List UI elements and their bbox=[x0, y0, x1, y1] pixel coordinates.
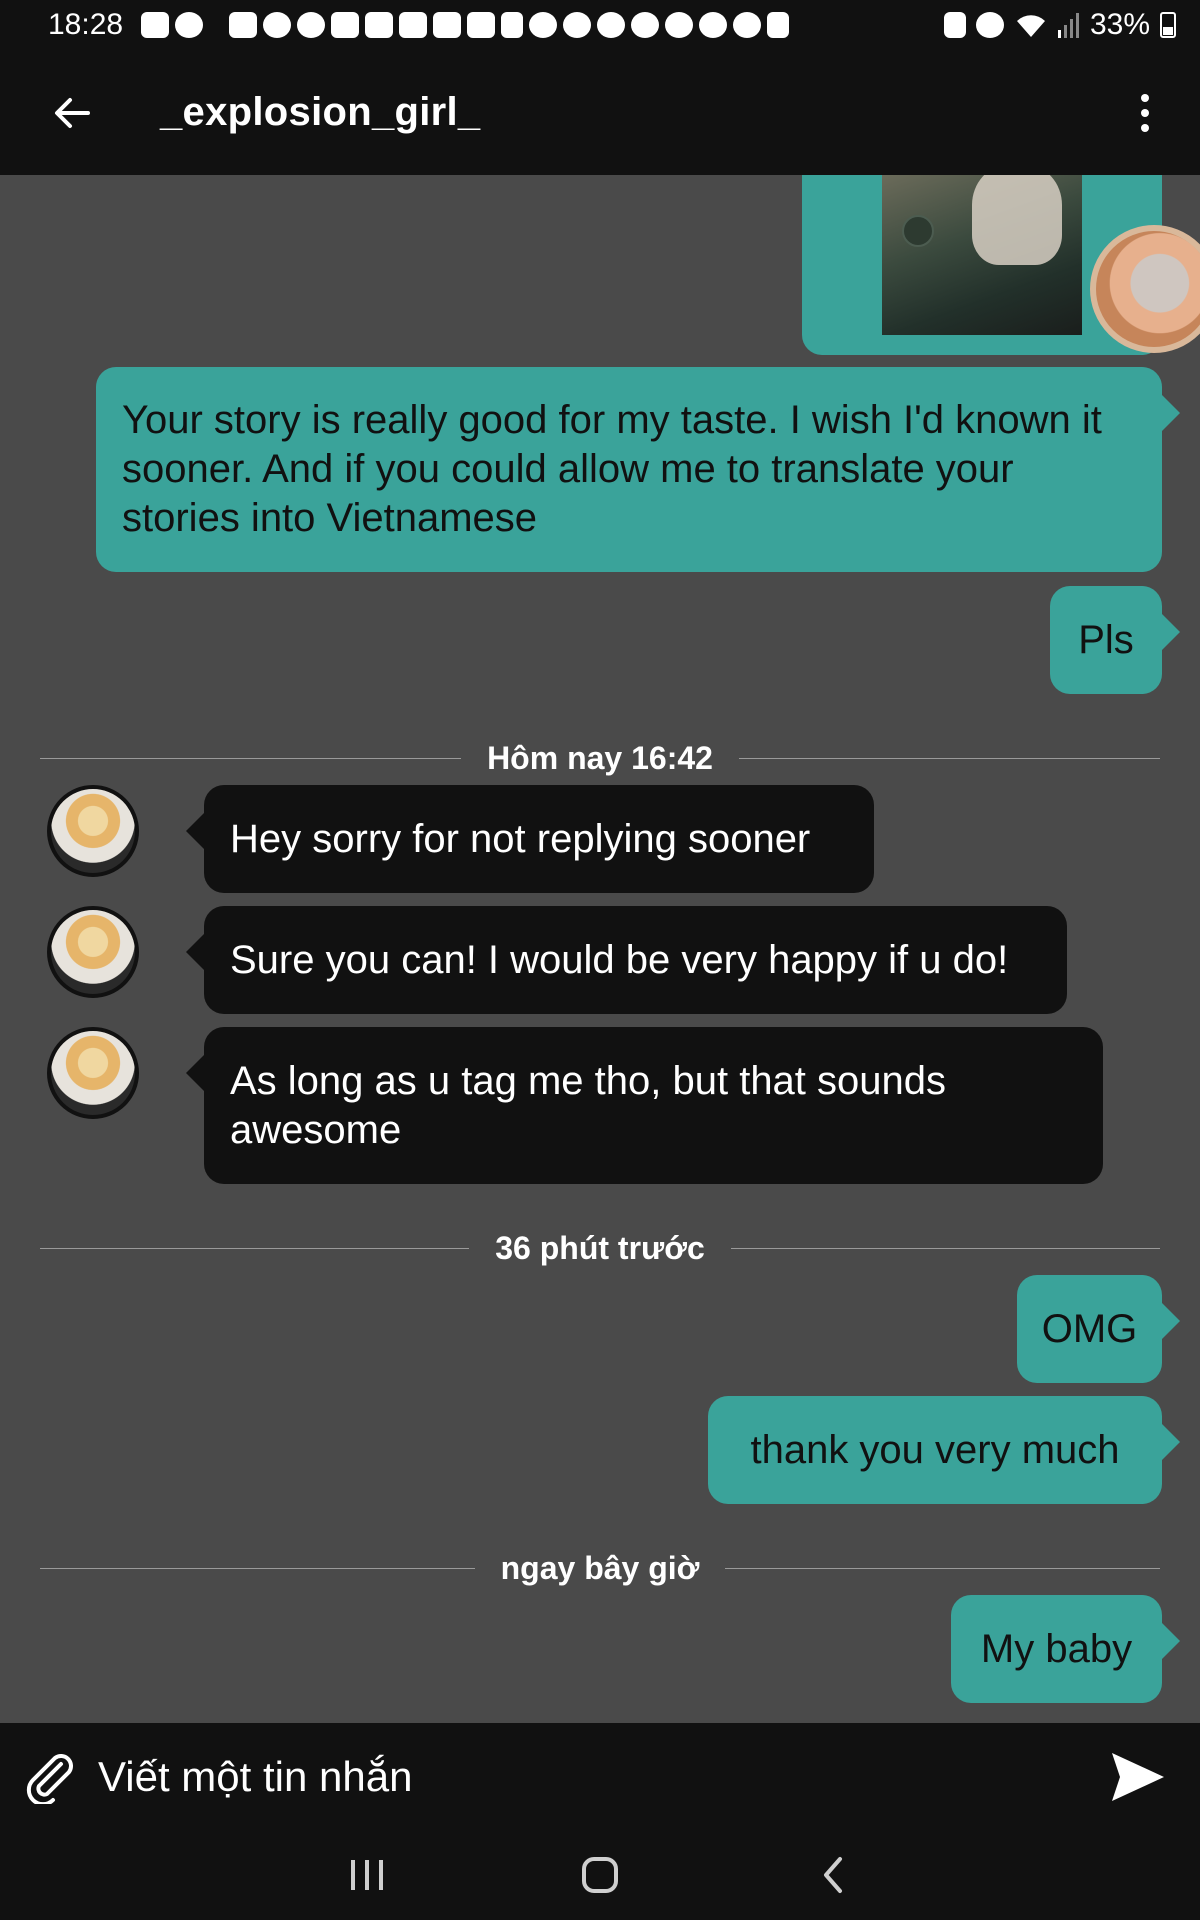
more-options-button[interactable] bbox=[1110, 63, 1180, 163]
notification-icons bbox=[141, 12, 944, 38]
app-bar: _explosion_girl_ bbox=[0, 50, 1200, 175]
divider-line bbox=[40, 757, 462, 759]
conversation-title: _explosion_girl_ bbox=[160, 90, 481, 134]
message-outgoing[interactable]: Pls bbox=[1050, 586, 1180, 694]
message-outgoing[interactable]: My baby bbox=[951, 1595, 1180, 1703]
back-nav-button[interactable] bbox=[793, 1840, 873, 1910]
app-icon bbox=[665, 12, 694, 38]
chevron-left-icon bbox=[824, 1857, 843, 1893]
message-incoming[interactable]: Sure you can! I would be very happy if u… bbox=[186, 906, 1067, 1014]
message-text: Hey sorry for not replying sooner bbox=[230, 816, 811, 861]
status-bar: 18:28 33% bbox=[0, 0, 1200, 50]
home-button[interactable] bbox=[560, 1840, 640, 1910]
recent-apps-button[interactable] bbox=[327, 1840, 407, 1910]
back-button[interactable] bbox=[22, 63, 122, 163]
divider-line bbox=[40, 1247, 470, 1249]
date-divider: ngay bây giờ bbox=[40, 1548, 1161, 1588]
battery-icon bbox=[1160, 12, 1176, 38]
divider-line bbox=[738, 757, 1160, 759]
signal-icon bbox=[1057, 13, 1079, 38]
app-icon bbox=[733, 12, 762, 38]
owl-icon bbox=[563, 12, 592, 38]
message-text: Pls bbox=[1078, 617, 1134, 662]
youtube-icon bbox=[331, 12, 360, 38]
dot bbox=[1141, 108, 1149, 117]
status-right: 33% bbox=[943, 8, 1176, 42]
divider-line bbox=[725, 1567, 1161, 1569]
message-text: As long as u tag me tho, but that sounds… bbox=[230, 1058, 947, 1152]
youtube-icon bbox=[365, 12, 394, 38]
message-text: Your story is really good for my taste. … bbox=[122, 398, 1102, 540]
leaf-icon bbox=[597, 12, 626, 38]
composer-bar bbox=[0, 1723, 1200, 1830]
zalo-icon bbox=[141, 12, 170, 38]
home-icon bbox=[581, 1857, 618, 1893]
message-text: My baby bbox=[980, 1626, 1133, 1671]
youtube-icon bbox=[399, 12, 428, 38]
arrow-left-icon bbox=[55, 97, 90, 128]
contact-avatar[interactable] bbox=[47, 1027, 139, 1119]
message-list[interactable]: Your story is really good for my taste. … bbox=[0, 175, 1200, 1723]
message-text: Sure you can! I would be very happy if u… bbox=[230, 937, 1009, 982]
dot bbox=[1141, 123, 1149, 132]
message-incoming[interactable]: Hey sorry for not replying sooner bbox=[186, 785, 874, 893]
divider-label: ngay bây giờ bbox=[500, 1549, 700, 1586]
status-time: 18:28 bbox=[48, 8, 124, 41]
contact-avatar[interactable] bbox=[47, 906, 139, 998]
contact-avatar[interactable] bbox=[47, 785, 139, 877]
divider-line bbox=[40, 1567, 475, 1569]
send-button[interactable] bbox=[1098, 1737, 1178, 1817]
message-outgoing[interactable]: Your story is really good for my taste. … bbox=[96, 367, 1180, 572]
zalo-icon bbox=[229, 12, 258, 38]
message-outgoing[interactable]: OMG bbox=[1017, 1275, 1180, 1383]
pinterest-icon bbox=[297, 12, 326, 38]
shared-image[interactable] bbox=[882, 175, 1082, 335]
battery-level: 33% bbox=[1089, 8, 1150, 41]
system-navigation-bar bbox=[0, 1830, 1200, 1920]
alarm-icon bbox=[975, 12, 1004, 38]
magnet-icon bbox=[767, 12, 790, 38]
paperclip-icon bbox=[26, 1753, 73, 1804]
message-text: thank you very much bbox=[750, 1427, 1120, 1472]
pinterest-icon bbox=[263, 12, 292, 38]
message-text: OMG bbox=[1041, 1306, 1138, 1351]
app-icon bbox=[529, 12, 558, 38]
alarm-icon bbox=[699, 12, 728, 38]
date-divider: Hôm nay 16:42 bbox=[40, 738, 1160, 778]
battery-saver-icon bbox=[943, 12, 966, 38]
message-outgoing[interactable]: thank you very much bbox=[708, 1396, 1180, 1504]
message-incoming[interactable]: As long as u tag me tho, but that sounds… bbox=[186, 1027, 1103, 1184]
dot bbox=[1141, 93, 1149, 102]
attach-button[interactable] bbox=[10, 1737, 90, 1817]
date-divider: 36 phút trước bbox=[40, 1228, 1160, 1268]
divider-label: Hôm nay 16:42 bbox=[487, 739, 713, 776]
send-icon bbox=[1112, 1752, 1164, 1801]
youtube-icon bbox=[467, 12, 496, 38]
keyhole-icon bbox=[501, 12, 524, 38]
owl-icon bbox=[631, 12, 660, 38]
divider-line bbox=[730, 1247, 1160, 1249]
divider-label: 36 phút trước bbox=[495, 1229, 705, 1266]
messenger-icon bbox=[175, 12, 204, 38]
recents-icon bbox=[350, 1860, 383, 1890]
wifi-icon bbox=[1016, 15, 1045, 37]
message-input[interactable] bbox=[90, 1736, 1098, 1817]
youtube-icon bbox=[433, 12, 462, 38]
